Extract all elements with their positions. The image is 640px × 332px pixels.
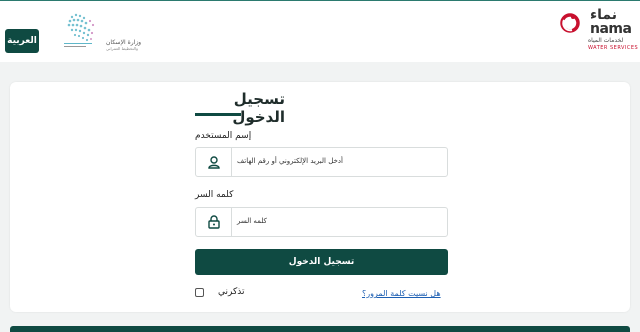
page-title: تسجيل الدخول — [232, 90, 285, 126]
lock-icon — [196, 208, 232, 236]
login-card — [10, 82, 630, 312]
nama-subtitle-english: WATER SERVICES — [588, 45, 639, 51]
username-placeholder: أدخل البريد الإلكتروني أو رقم الهاتف — [237, 157, 343, 165]
remember-me[interactable]: تذكرني — [195, 287, 245, 297]
username-label: إسم المستخدم — [195, 131, 252, 141]
username-field[interactable]: أدخل البريد الإلكتروني أو رقم الهاتف — [195, 147, 448, 177]
nama-subtitle-arabic: لخدمات المياه — [588, 37, 624, 44]
forgot-password-link[interactable]: هل نسيت كلمة المرور؟ — [362, 289, 441, 298]
login-button[interactable]: تسجيل الدخول — [195, 249, 448, 275]
remember-label: تذكرني — [218, 287, 245, 297]
password-placeholder: كلمه السر — [237, 217, 267, 225]
user-icon — [196, 148, 232, 176]
gov-logo-text: وزارة الإسكان — [106, 39, 142, 46]
top-header: العربية وزارة الإسكان والتخطيط العمراني … — [0, 0, 640, 62]
language-button[interactable]: العربية — [5, 29, 39, 53]
footer-bar — [10, 326, 630, 332]
password-field[interactable]: كلمه السر — [195, 207, 448, 237]
nama-logo-english: nama — [590, 21, 632, 37]
password-label: كلمه السر — [195, 190, 234, 200]
gov-logo-subtext: والتخطيط العمراني — [106, 46, 138, 51]
title-underline — [195, 113, 241, 116]
remember-checkbox[interactable] — [195, 287, 204, 297]
